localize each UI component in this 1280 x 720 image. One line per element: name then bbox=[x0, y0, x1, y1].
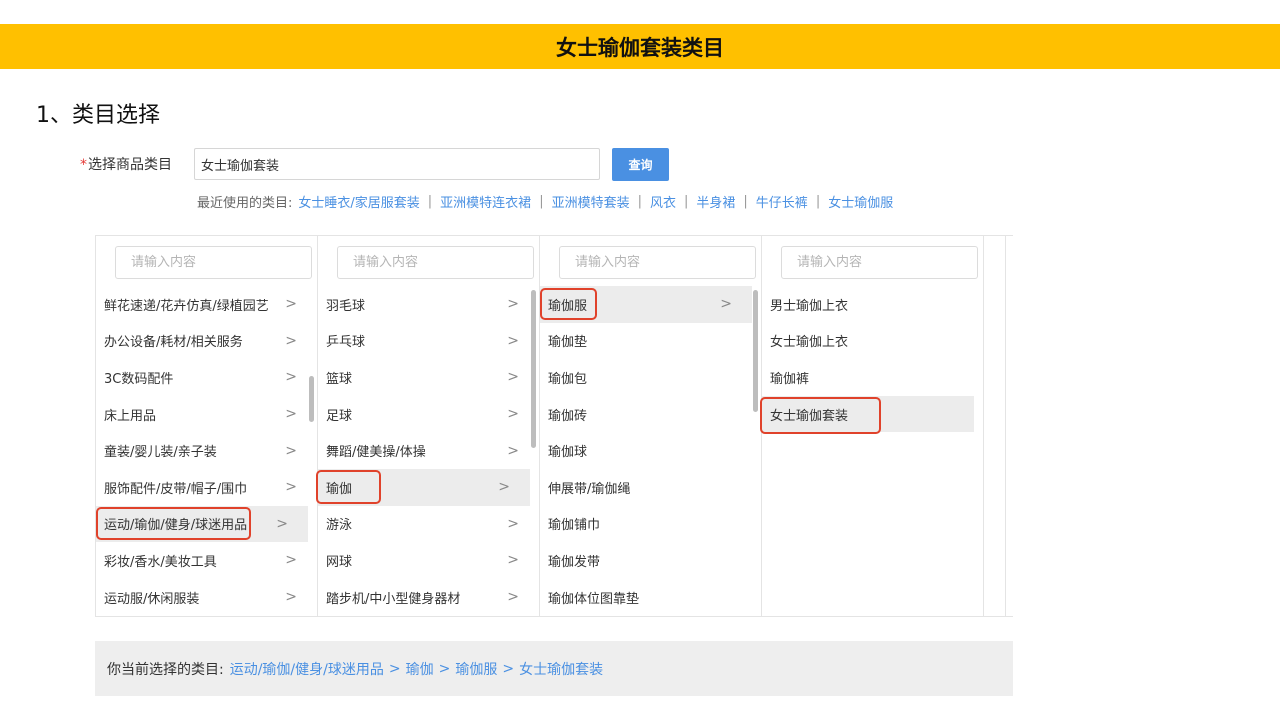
chevron-right-icon: > bbox=[285, 332, 297, 349]
column-3-scrollbar[interactable] bbox=[753, 290, 758, 412]
breadcrumb-item[interactable]: 女士瑜伽套装 bbox=[519, 659, 603, 679]
category-panel: 鲜花速递/花卉仿真/绿植园艺> 办公设备/耗材/相关服务> 3C数码配件> 床上… bbox=[95, 235, 1013, 617]
breadcrumb-separator: > bbox=[388, 660, 401, 677]
recent-separator: | bbox=[743, 194, 748, 209]
list-item[interactable]: 床上用品 > bbox=[96, 396, 317, 433]
chevron-right-icon: > bbox=[507, 332, 519, 349]
list-item[interactable]: 踏步机/中小型健身器材 > bbox=[318, 579, 539, 616]
breadcrumb-item[interactable]: 瑜伽服 bbox=[455, 659, 497, 679]
recent-link[interactable]: 半身裙 bbox=[696, 192, 735, 211]
list-item-selected[interactable]: 瑜伽 > bbox=[318, 468, 530, 506]
list-item[interactable]: 瑜伽发带 bbox=[540, 542, 761, 579]
list-item[interactable]: 女士瑜伽上衣 bbox=[762, 323, 983, 360]
chevron-right-icon: > bbox=[285, 442, 297, 459]
chevron-right-icon: > bbox=[285, 479, 297, 496]
recent-link[interactable]: 女士瑜伽服 bbox=[828, 192, 893, 211]
list-item[interactable]: 瑜伽包 bbox=[540, 359, 761, 396]
section-title: 1、类目选择 bbox=[36, 103, 160, 128]
banner-title: 女士瑜伽套装类目 bbox=[556, 35, 724, 60]
banner: 女士瑜伽套装类目 bbox=[0, 24, 1280, 69]
category-column-5-empty bbox=[984, 236, 1006, 616]
column-1-scrollbar[interactable] bbox=[309, 376, 314, 422]
recent-separator: | bbox=[539, 194, 544, 209]
chevron-right-icon: > bbox=[507, 369, 519, 386]
breadcrumb-item[interactable]: 瑜伽 bbox=[406, 659, 434, 679]
list-item[interactable]: 篮球 > bbox=[318, 359, 539, 396]
recent-link[interactable]: 亚洲模特套装 bbox=[552, 192, 630, 211]
category-select-label: *选择商品类目 bbox=[80, 157, 172, 173]
chevron-right-icon: > bbox=[285, 552, 297, 569]
column-3-search-input[interactable] bbox=[559, 246, 756, 279]
list-item-selected[interactable]: 瑜伽服 > bbox=[540, 286, 752, 323]
recent-link[interactable]: 牛仔长裤 bbox=[756, 192, 808, 211]
list-item[interactable]: 舞蹈/健美操/体操 > bbox=[318, 432, 539, 469]
list-item[interactable]: 瑜伽体位图靠垫 bbox=[540, 579, 761, 616]
recent-link[interactable]: 女士睡衣/家居服套装 bbox=[298, 192, 419, 211]
list-item[interactable]: 乒乓球 > bbox=[318, 323, 539, 360]
breadcrumb-item[interactable]: 运动/瑜伽/健身/球迷用品 bbox=[230, 659, 384, 679]
list-item[interactable]: 童装/婴儿装/亲子装 > bbox=[96, 432, 317, 469]
chevron-right-icon: > bbox=[498, 479, 510, 496]
list-item[interactable]: 瑜伽球 bbox=[540, 432, 761, 469]
list-item[interactable]: 伸展带/瑜伽绳 bbox=[540, 469, 761, 506]
chevron-right-icon: > bbox=[285, 296, 297, 313]
list-item[interactable]: 游泳 > bbox=[318, 506, 539, 543]
column-1-search-input[interactable] bbox=[115, 246, 312, 279]
column-2-search-input[interactable] bbox=[337, 246, 534, 279]
list-item[interactable]: 运动服/休闲服装 > bbox=[96, 579, 317, 616]
recent-separator: | bbox=[815, 194, 821, 209]
breadcrumb-separator: > bbox=[438, 660, 451, 677]
current-category-bar: 你当前选择的类目: 运动/瑜伽/健身/球迷用品 > 瑜伽 > 瑜伽服 > 女士瑜… bbox=[95, 641, 1013, 696]
chevron-right-icon: > bbox=[285, 369, 297, 386]
column-4-list: 男士瑜伽上衣 女士瑜伽上衣 瑜伽裤 女士瑜伽套装 bbox=[762, 286, 983, 433]
list-item[interactable]: 男士瑜伽上衣 bbox=[762, 286, 983, 323]
list-item[interactable]: 瑜伽垫 bbox=[540, 323, 761, 360]
list-item[interactable]: 瑜伽裤 bbox=[762, 359, 983, 396]
list-item-selected[interactable]: 女士瑜伽套装 bbox=[762, 395, 974, 433]
list-item[interactable]: 网球 > bbox=[318, 542, 539, 579]
column-2-scrollbar[interactable] bbox=[531, 290, 536, 448]
category-column-2: 羽毛球> 乒乓球> 篮球> 足球> 舞蹈/健美操/体操> 瑜伽> 游泳> 网球>… bbox=[318, 236, 540, 616]
column-1-list: 鲜花速递/花卉仿真/绿植园艺 > 办公设备/耗材/相关服务 > 3C数码配件 > 床上… bbox=[96, 286, 317, 615]
column-4-search-input[interactable] bbox=[781, 246, 978, 279]
breadcrumb-separator: > bbox=[502, 660, 515, 677]
list-item[interactable]: 瑜伽砖 bbox=[540, 396, 761, 433]
category-column-3: 瑜伽服> 瑜伽垫 瑜伽包 瑜伽砖 瑜伽球 伸展带/瑜伽绳 瑜伽铺巾 瑜伽发带 瑜… bbox=[540, 236, 762, 616]
list-item[interactable]: 服饰配件/皮带/帽子/围巾 > bbox=[96, 469, 317, 506]
list-item-selected[interactable]: 运动/瑜伽/健身/球迷用品 > bbox=[96, 505, 308, 543]
column-2-list: 羽毛球 > 乒乓球 > 篮球 > 足球 > 舞蹈/健美操/体操 > 瑜伽 > 游泳 > 网球 >… bbox=[318, 286, 539, 615]
recent-link[interactable]: 风衣 bbox=[650, 192, 676, 211]
chevron-right-icon: > bbox=[507, 552, 519, 569]
chevron-right-icon: > bbox=[285, 589, 297, 606]
chevron-right-icon: > bbox=[507, 296, 519, 313]
chevron-right-icon: > bbox=[507, 406, 519, 423]
recent-link[interactable]: 亚洲模特连衣裙 bbox=[440, 192, 531, 211]
category-column-4: 男士瑜伽上衣 女士瑜伽上衣 瑜伽裤 女士瑜伽套装 bbox=[762, 236, 984, 616]
list-item[interactable]: 鲜花速递/花卉仿真/绿植园艺 > bbox=[96, 286, 317, 323]
category-select-row: *选择商品类目 查询 bbox=[80, 147, 669, 181]
recent-separator: | bbox=[684, 194, 689, 209]
list-item[interactable]: 彩妆/香水/美妆工具 > bbox=[96, 542, 317, 579]
chevron-right-icon: > bbox=[720, 296, 732, 313]
list-item[interactable]: 瑜伽铺巾 bbox=[540, 506, 761, 543]
column-3-list: 瑜伽服 > 瑜伽垫 瑜伽包 瑜伽砖 瑜伽球 伸展带/瑜伽绳 瑜伽铺巾 瑜伽发带 瑜… bbox=[540, 286, 761, 615]
required-mark: * bbox=[80, 157, 87, 173]
recent-categories: 最近使用的类目: 女士睡衣/家居服套装 | 亚洲模特连衣裙 | 亚洲模特套装 |… bbox=[197, 192, 893, 211]
chevron-right-icon: > bbox=[276, 515, 288, 532]
recent-label: 最近使用的类目: bbox=[197, 196, 293, 211]
list-item[interactable]: 羽毛球 > bbox=[318, 286, 539, 323]
category-search-input[interactable] bbox=[194, 148, 600, 180]
chevron-right-icon: > bbox=[507, 589, 519, 606]
chevron-right-icon: > bbox=[507, 442, 519, 459]
recent-separator: | bbox=[637, 194, 642, 209]
query-button[interactable]: 查询 bbox=[612, 147, 669, 181]
chevron-right-icon: > bbox=[507, 515, 519, 532]
list-item[interactable]: 足球 > bbox=[318, 396, 539, 433]
list-item[interactable]: 3C数码配件 > bbox=[96, 359, 317, 396]
category-column-1: 鲜花速递/花卉仿真/绿植园艺> 办公设备/耗材/相关服务> 3C数码配件> 床上… bbox=[96, 236, 318, 616]
recent-separator: | bbox=[427, 194, 433, 209]
current-category-label: 你当前选择的类目: bbox=[107, 661, 224, 678]
chevron-right-icon: > bbox=[285, 406, 297, 423]
list-item[interactable]: 办公设备/耗材/相关服务 > bbox=[96, 323, 317, 360]
